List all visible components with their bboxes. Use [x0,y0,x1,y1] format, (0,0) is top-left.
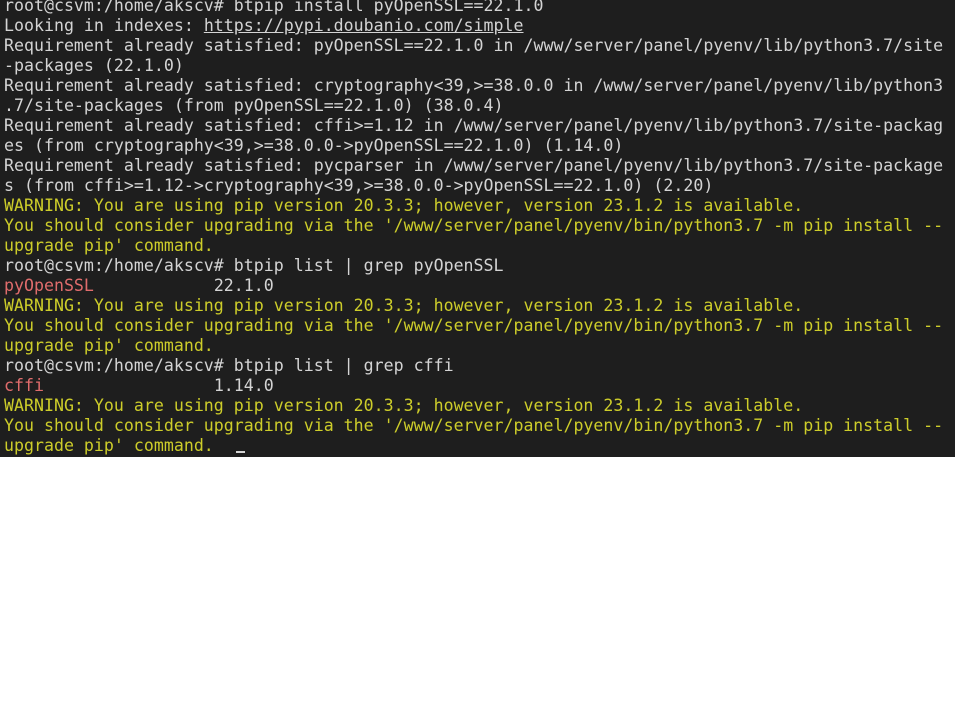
output-text: Requirement already satisfied: cffi>=1.1… [4,116,944,135]
package-spacer [94,276,214,295]
shell-command: btpip list | grep pyOpenSSL [233,256,504,275]
index-url-link[interactable]: https://pypi.doubanio.com/simple [204,16,524,35]
output-line: -packages (22.1.0) [4,56,949,76]
output-line: Requirement already satisfied: pyOpenSSL… [4,36,949,56]
output-text: es (from cryptography<39,>=38.0.0->pyOpe… [4,136,624,155]
warning-text: You should consider upgrading via the '/… [4,416,944,435]
warning-line: You should consider upgrading via the '/… [4,316,949,336]
output-text: Looking in indexes: [4,16,204,35]
warning-line: WARNING: You are using pip version 20.3.… [4,296,949,316]
shell-command: btpip list | grep cffi [233,356,454,375]
output-line: .7/site-packages (from pyOpenSSL==22.1.0… [4,96,949,116]
command-line: root@csvm:/home/akscv# btpip list | grep… [4,256,949,276]
shell-prompt: root@csvm:/home/akscv# [4,256,234,275]
output-text: Requirement already satisfied: cryptogra… [4,76,944,95]
warning-text: WARNING: You are using pip version 20.3.… [4,196,804,215]
command-line: root@csvm:/home/akscv# btpip list | grep… [4,356,949,376]
shell-command: btpip install pyOpenSSL==22.1.0 [233,0,544,15]
warning-text: upgrade pip' command. [4,336,214,355]
terminal-window[interactable]: root@csvm:/home/akscv# btpip install pyO… [0,0,955,457]
warning-line: WARNING: You are using pip version 20.3.… [4,396,949,416]
warning-text: upgrade pip' command. [4,436,214,455]
output-line: Requirement already satisfied: pycparser… [4,156,949,176]
warning-text: WARNING: You are using pip version 20.3.… [4,296,804,315]
warning-line: You should consider upgrading via the '/… [4,416,949,436]
terminal-output[interactable]: root@csvm:/home/akscv# btpip install pyO… [4,0,949,456]
package-version: 22.1.0 [213,276,274,295]
output-line: s (from cffi>=1.12->cryptography<39,>=38… [4,176,949,196]
package-name: pyOpenSSL [4,276,94,295]
warning-text: You should consider upgrading via the '/… [4,216,944,235]
warning-line: upgrade pip' command. [4,236,949,256]
terminal-cursor [235,451,245,453]
warning-line: upgrade pip' command. [4,436,949,456]
package-spacer [44,376,214,395]
shell-prompt: root@csvm:/home/akscv# [4,0,234,15]
warning-line: WARNING: You are using pip version 20.3.… [4,196,949,216]
command-line: root@csvm:/home/akscv# btpip install pyO… [4,0,949,16]
shell-prompt: root@csvm:/home/akscv# [4,356,234,375]
warning-text: upgrade pip' command. [4,236,214,255]
warning-line: You should consider upgrading via the '/… [4,216,949,236]
package-name: cffi [4,376,44,395]
output-text: s (from cffi>=1.12->cryptography<39,>=38… [4,176,714,195]
warning-text: You should consider upgrading via the '/… [4,316,944,335]
package-row: cffi 1.14.0 [4,376,949,396]
output-text: Requirement already satisfied: pyOpenSSL… [4,36,944,55]
output-line: Requirement already satisfied: cryptogra… [4,76,949,96]
output-text: .7/site-packages (from pyOpenSSL==22.1.0… [4,96,504,115]
output-text: Requirement already satisfied: pycparser… [4,156,944,175]
output-line: Looking in indexes: https://pypi.doubani… [4,16,949,36]
package-row: pyOpenSSL 22.1.0 [4,276,949,296]
output-line: es (from cryptography<39,>=38.0.0->pyOpe… [4,136,949,156]
output-text: -packages (22.1.0) [4,56,184,75]
warning-text: WARNING: You are using pip version 20.3.… [4,396,804,415]
warning-line: upgrade pip' command. [4,336,949,356]
output-line: Requirement already satisfied: cffi>=1.1… [4,116,949,136]
package-version: 1.14.0 [213,376,274,395]
